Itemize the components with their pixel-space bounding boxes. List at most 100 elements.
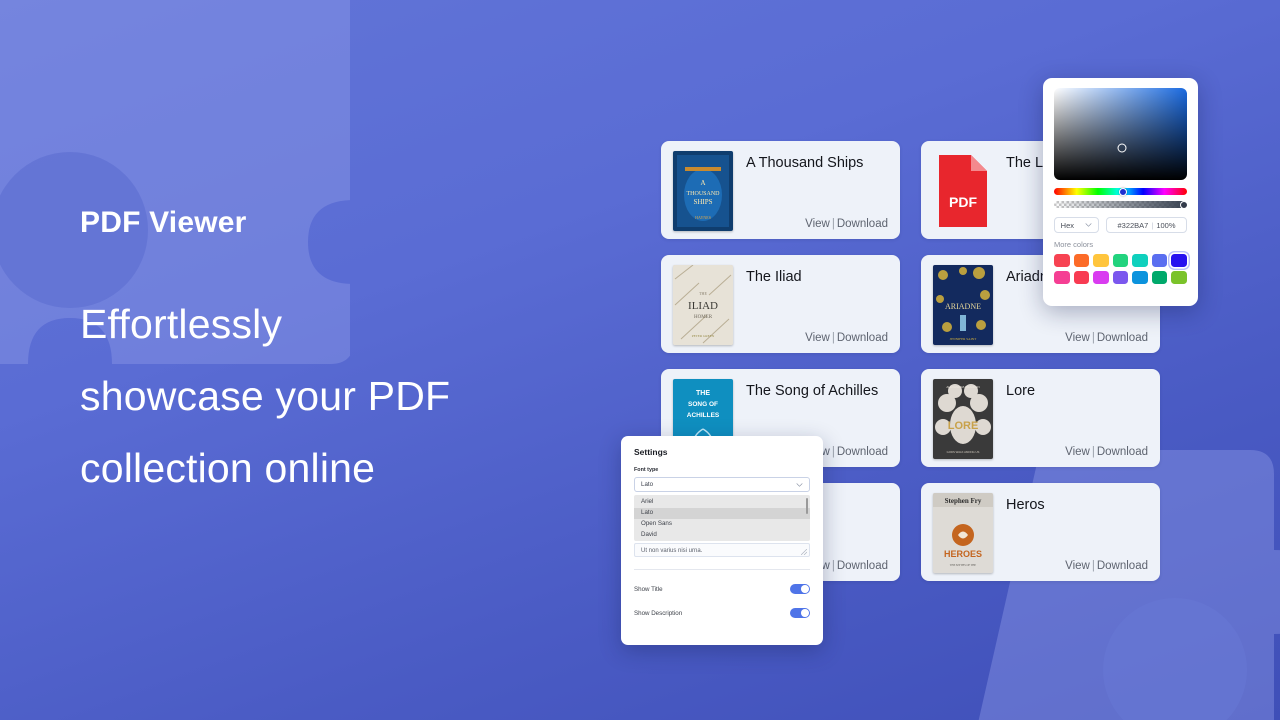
color-swatch[interactable] bbox=[1073, 271, 1090, 284]
show-description-label: Show Description bbox=[634, 609, 683, 617]
color-swatch[interactable] bbox=[1073, 254, 1090, 267]
svg-text:HOMER: HOMER bbox=[694, 315, 713, 320]
download-link[interactable]: Download bbox=[1097, 560, 1148, 572]
settings-panel: Settings Font type Lato Ariel Lato Open … bbox=[621, 436, 823, 645]
font-option-lato[interactable]: Lato bbox=[634, 507, 810, 519]
card-actions: View|Download bbox=[805, 332, 888, 344]
pdf-card[interactable]: LORE ALEXANDRA BRACKEN GODS WALK AMONG U… bbox=[921, 369, 1160, 467]
color-swatch[interactable] bbox=[1093, 254, 1109, 267]
alpha-slider-handle[interactable] bbox=[1180, 200, 1188, 209]
show-title-row: Show Title bbox=[634, 584, 810, 595]
color-mode-label: Hex bbox=[1060, 220, 1074, 230]
view-link[interactable]: View bbox=[805, 218, 830, 230]
description-value: Ut non varius nisi urna. bbox=[641, 547, 703, 554]
show-description-toggle[interactable] bbox=[790, 608, 810, 619]
thumb-lore: LORE ALEXANDRA BRACKEN GODS WALK AMONG U… bbox=[933, 379, 993, 459]
view-link[interactable]: View bbox=[1065, 560, 1090, 572]
font-options-list[interactable]: Ariel Lato Open Sans David bbox=[634, 495, 810, 542]
pdf-card[interactable]: Stephen Fry HEROES THE MYTHS OF THE Hero… bbox=[921, 483, 1160, 581]
download-link[interactable]: Download bbox=[837, 446, 888, 458]
font-type-value: Lato bbox=[641, 481, 654, 488]
color-swatch[interactable] bbox=[1054, 254, 1070, 267]
download-link[interactable]: Download bbox=[1097, 332, 1148, 344]
action-separator: | bbox=[831, 332, 835, 344]
thumb-pdf-icon: PDF bbox=[933, 151, 993, 231]
saturation-handle[interactable] bbox=[1117, 143, 1127, 153]
color-swatch[interactable] bbox=[1171, 254, 1187, 267]
card-actions: View|Download bbox=[1065, 332, 1148, 344]
chevron-down-icon bbox=[1085, 223, 1092, 227]
color-value-row: Hex #322BA7 | 100% bbox=[1054, 217, 1187, 233]
card-title: Heros bbox=[1006, 497, 1045, 513]
svg-text:Stephen Fry: Stephen Fry bbox=[945, 497, 982, 505]
pdf-card[interactable]: A THOUSAND SHIPS HAYNES A Thousand Ships… bbox=[661, 141, 900, 239]
color-swatch[interactable] bbox=[1151, 271, 1168, 284]
color-mode-select[interactable]: Hex bbox=[1054, 217, 1099, 233]
headline-line-1: Effortlessly bbox=[80, 301, 283, 347]
download-link[interactable]: Download bbox=[1097, 446, 1148, 458]
svg-text:A: A bbox=[700, 179, 705, 187]
brand-title: PDF Viewer bbox=[80, 206, 247, 239]
show-title-toggle[interactable] bbox=[790, 584, 810, 595]
download-link[interactable]: Download bbox=[837, 560, 888, 572]
hex-value-input[interactable]: #322BA7 | 100% bbox=[1106, 217, 1187, 233]
thumb-ariadne: ARIADNE JENNIFER SAINT bbox=[933, 265, 993, 345]
saturation-value-area[interactable] bbox=[1054, 88, 1187, 180]
color-swatch[interactable] bbox=[1054, 271, 1070, 284]
action-separator: | bbox=[1091, 446, 1095, 458]
font-option-david[interactable]: David bbox=[634, 529, 810, 540]
hero-headline: Effortlessly showcase your PDF collectio… bbox=[80, 288, 600, 504]
color-swatch[interactable] bbox=[1171, 271, 1187, 284]
svg-text:ALEXANDRA BRACKEN: ALEXANDRA BRACKEN bbox=[946, 385, 979, 389]
alpha-slider[interactable] bbox=[1054, 200, 1188, 209]
hue-slider[interactable] bbox=[1054, 187, 1187, 196]
show-description-row: Show Description bbox=[634, 608, 810, 619]
thumb-the-iliad: THE ILIAD HOMER PETER GREEN bbox=[673, 265, 733, 345]
action-separator: | bbox=[831, 218, 835, 230]
svg-text:GODS WALK AMONG US: GODS WALK AMONG US bbox=[947, 450, 980, 454]
view-link[interactable]: View bbox=[805, 332, 830, 344]
font-option-open-sans[interactable]: Open Sans bbox=[634, 519, 810, 530]
card-actions: View|Download bbox=[1065, 446, 1148, 458]
settings-divider bbox=[634, 569, 810, 571]
action-separator: | bbox=[831, 446, 835, 458]
hex-code: #322BA7 bbox=[1117, 220, 1149, 230]
svg-text:THE MYTHS OF THE: THE MYTHS OF THE bbox=[950, 564, 977, 567]
more-colors-label: More colors bbox=[1054, 240, 1094, 249]
svg-text:PETER GREEN: PETER GREEN bbox=[692, 334, 715, 338]
card-title: A Thousand Ships bbox=[746, 155, 864, 171]
card-actions: View|Download bbox=[805, 218, 888, 230]
pdf-card[interactable]: THE ILIAD HOMER PETER GREEN The Iliad Vi… bbox=[661, 255, 900, 353]
headline-line-2: showcase your PDF bbox=[80, 373, 451, 419]
color-picker-panel: Hex #322BA7 | 100% More colors bbox=[1043, 78, 1198, 306]
color-swatch[interactable] bbox=[1112, 254, 1129, 267]
font-option-ariel[interactable]: Ariel bbox=[634, 497, 810, 508]
resize-grip-icon[interactable] bbox=[801, 549, 807, 556]
hue-slider-handle[interactable] bbox=[1119, 187, 1128, 196]
chevron-down-icon bbox=[796, 482, 803, 487]
svg-text:SHIPS: SHIPS bbox=[693, 198, 712, 206]
font-type-select[interactable]: Lato bbox=[634, 477, 810, 492]
download-link[interactable]: Download bbox=[837, 332, 888, 344]
font-type-label: Font type bbox=[634, 467, 659, 473]
thumb-heros: Stephen Fry HEROES THE MYTHS OF THE bbox=[933, 493, 993, 573]
view-link[interactable]: View bbox=[1065, 446, 1090, 458]
svg-text:LORE: LORE bbox=[948, 420, 979, 432]
color-swatch[interactable] bbox=[1132, 271, 1148, 284]
card-actions: View|Download bbox=[1065, 560, 1148, 572]
card-title: The Song of Achilles bbox=[746, 383, 879, 399]
view-link[interactable]: View bbox=[1065, 332, 1090, 344]
color-swatch[interactable] bbox=[1112, 271, 1129, 284]
svg-text:HEROES: HEROES bbox=[944, 549, 982, 559]
alpha-percent: 100% bbox=[1156, 220, 1176, 230]
hero-section: PDF Viewer Effortlessly showcase your PD… bbox=[80, 206, 600, 504]
color-swatch[interactable] bbox=[1151, 254, 1168, 267]
options-scrollbar[interactable] bbox=[805, 498, 808, 514]
settings-title: Settings bbox=[634, 447, 668, 457]
color-swatch[interactable] bbox=[1093, 271, 1109, 284]
color-swatch-grid bbox=[1054, 254, 1187, 284]
color-swatch[interactable] bbox=[1132, 254, 1148, 267]
description-textarea[interactable]: Ut non varius nisi urna. bbox=[634, 543, 810, 558]
svg-text:JENNIFER SAINT: JENNIFER SAINT bbox=[950, 337, 977, 341]
download-link[interactable]: Download bbox=[837, 218, 888, 230]
